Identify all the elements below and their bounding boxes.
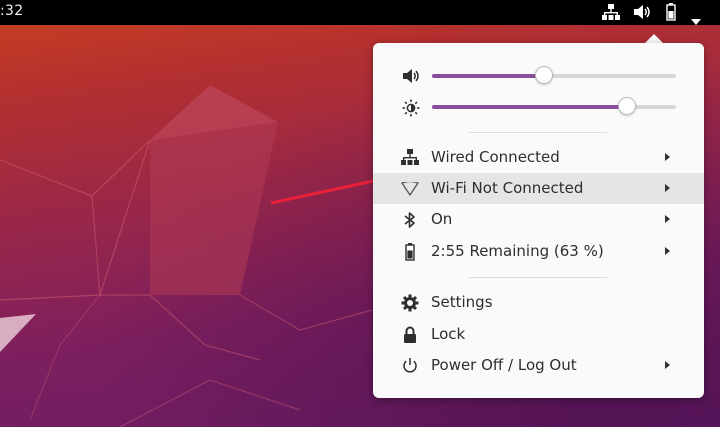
submenu-arrow-icon (665, 184, 670, 192)
submenu-arrow-icon (665, 247, 670, 255)
menu-item-label: Lock (431, 325, 466, 343)
brightness-slider-handle[interactable] (618, 97, 637, 115)
menu-item-lock[interactable]: Lock (373, 319, 704, 350)
menu-item-bluetooth[interactable]: On (373, 204, 704, 235)
menu-separator (469, 132, 607, 133)
menu-item-wired[interactable]: Wired Connected (373, 142, 704, 173)
menu-item-label: On (431, 210, 453, 228)
menu-item-power[interactable]: Power Off / Log Out (373, 350, 704, 381)
system-menu: Wired Connected Wi-Fi Not Connected On 2… (373, 43, 704, 398)
menu-item-label: Wired Connected (431, 148, 560, 166)
lock-icon (403, 326, 417, 348)
submenu-arrow-icon (665, 153, 670, 161)
volume-slider-handle[interactable] (535, 66, 554, 84)
menu-item-wifi[interactable]: Wi-Fi Not Connected (373, 173, 704, 204)
wifi-icon (401, 180, 419, 200)
menu-separator (469, 277, 607, 278)
power-icon (402, 357, 418, 378)
gear-icon (401, 294, 419, 316)
brightness-slider-row (373, 94, 704, 120)
bluetooth-icon (404, 211, 416, 233)
brightness-slider-fill (432, 105, 628, 109)
menu-item-label: 2:55 Remaining (63 %) (431, 242, 604, 260)
menu-item-label: Settings (431, 293, 493, 311)
menu-item-battery[interactable]: 2:55 Remaining (63 %) (373, 236, 704, 267)
brightness-slider[interactable] (432, 97, 676, 115)
menu-item-label: Power Off / Log Out (431, 356, 577, 374)
volume-icon (402, 68, 420, 88)
volume-slider-fill (432, 74, 545, 78)
menu-item-label: Wi-Fi Not Connected (431, 179, 584, 197)
network-wired-icon (401, 149, 419, 169)
menu-item-settings[interactable]: Settings (373, 287, 704, 318)
brightness-icon (402, 99, 420, 121)
volume-slider-row (373, 63, 704, 89)
battery-icon (405, 243, 415, 265)
submenu-arrow-icon (665, 215, 670, 223)
volume-slider[interactable] (432, 66, 676, 84)
submenu-arrow-icon (665, 361, 670, 369)
